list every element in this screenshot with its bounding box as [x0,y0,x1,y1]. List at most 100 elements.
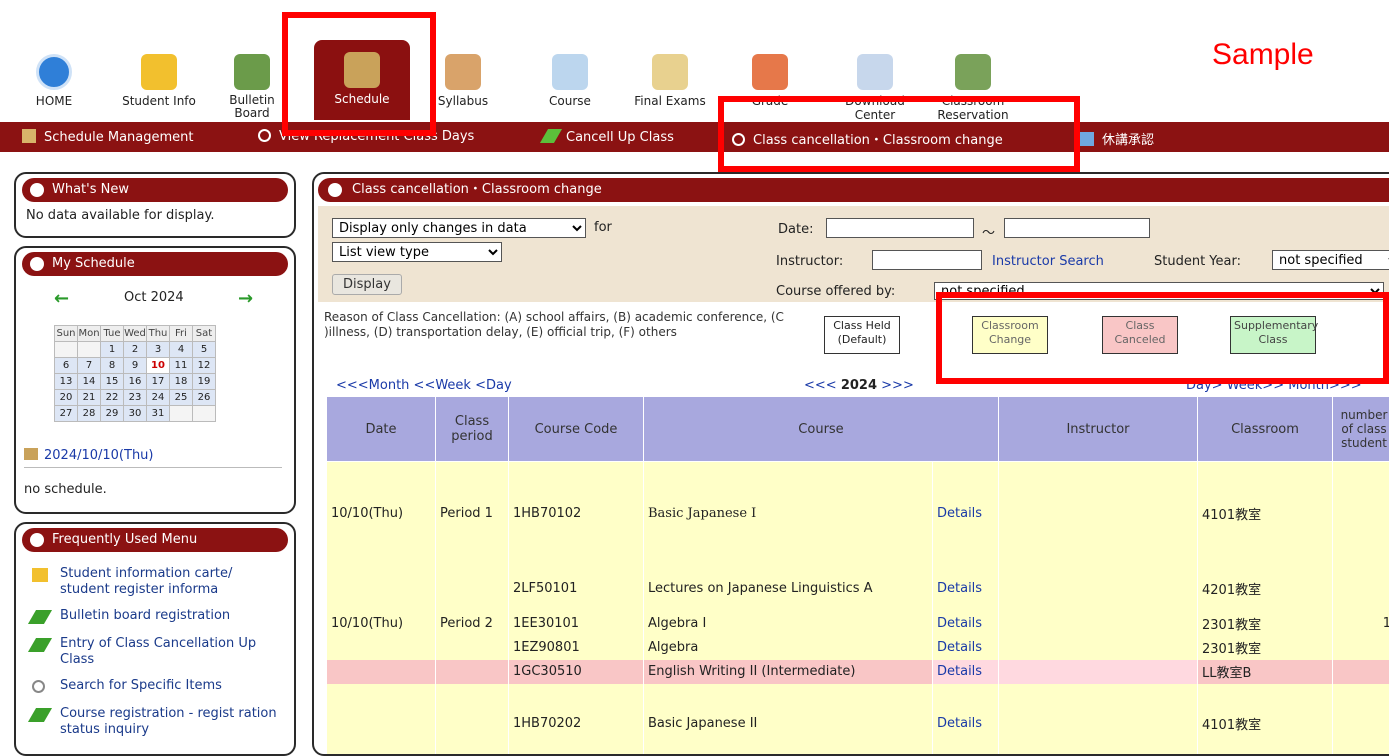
menu-search-items[interactable]: Search for Specific Items [32,678,282,694]
details-link[interactable]: Details [933,660,999,684]
student-icon [32,568,48,582]
calendar-day[interactable]: 1 [101,342,124,358]
prev-month-arrow-icon[interactable]: ← [54,288,69,309]
calendar-day[interactable]: 15 [101,374,124,390]
calendar-day[interactable]: 28 [78,406,101,422]
col-course: Course [644,397,999,462]
panel-title: Class cancellation・Classroom change [352,182,602,197]
details-link[interactable]: Details [933,566,999,612]
sub-navigation: Schedule Management View Replacement Cla… [0,122,1389,152]
menu-label: Entry of Class Cancellation Up Class [32,636,282,668]
date-to-input[interactable] [1004,218,1150,238]
calendar-day[interactable]: 23 [124,390,147,406]
menu-bulletin-registration[interactable]: Bulletin board registration [32,608,282,624]
nav-final-exams[interactable]: Final Exams [622,48,718,120]
calendar-day[interactable]: 3 [147,342,170,358]
calendar-day[interactable]: 19 [193,374,216,390]
no-schedule-text: no schedule. [24,482,107,497]
nav-syllabus[interactable]: Syllabus [428,48,498,120]
calendar-day[interactable]: 4 [170,342,193,358]
display-mode-select[interactable]: Display only changes in data [332,218,586,238]
col-classroom: Classroom [1198,397,1333,462]
calendar-day[interactable]: 8 [101,358,124,374]
nav-home-label: HOME [14,94,94,108]
nav-course[interactable]: Course [530,48,610,120]
sample-label: Sample [1212,38,1314,72]
calendar-day[interactable]: 16 [124,374,147,390]
calendar-day[interactable]: 9 [124,358,147,374]
cell-period [436,636,509,660]
calendar-day[interactable]: 6 [55,358,78,374]
menu-course-registration[interactable]: Course registration - regist ration stat… [32,706,282,738]
calendar-day[interactable]: 17 [147,374,170,390]
nav-syllabus-label: Syllabus [428,94,498,108]
schedule-book-icon [24,448,38,460]
details-link[interactable]: Details [933,612,999,636]
calendar-day[interactable]: 25 [170,390,193,406]
info-icon [30,533,44,547]
nav-home[interactable]: HOME [14,48,94,120]
date-from-input[interactable] [826,218,974,238]
cell-instructor [999,566,1198,612]
calendar-day[interactable]: 7 [78,358,101,374]
search-icon [328,183,342,197]
calendar-day[interactable]: 18 [170,374,193,390]
top-navigation: HOME Student Info Bulletin Board Schedul… [0,30,1389,122]
calendar-day[interactable]: 27 [55,406,78,422]
next-month-arrow-icon[interactable]: → [238,288,253,309]
date-label: Date: [778,222,813,237]
calendar-day[interactable]: 26 [193,390,216,406]
calendar-day[interactable]: 2 [124,342,147,358]
cell-number [1333,684,1389,756]
instructor-input[interactable] [872,250,982,270]
cell-instructor [999,636,1198,660]
menu-label: Bulletin board registration [32,608,282,624]
instructor-search-link[interactable]: Instructor Search [992,254,1104,269]
details-link[interactable]: Details [933,462,999,566]
student-year-select[interactable]: not specified [1272,250,1389,270]
filter-area: Display only changes in data for List vi… [318,206,1389,302]
nav-bulletin-board[interactable]: Bulletin Board [222,48,282,120]
calendar-day[interactable]: 22 [101,390,124,406]
calendar-day[interactable]: 5 [193,342,216,358]
calendar-day[interactable]: 24 [147,390,170,406]
highlight-legend [936,292,1389,384]
view-type-select[interactable]: List view type [332,242,502,262]
calendar-day[interactable]: 11 [170,358,193,374]
calendar-day[interactable]: 31 [147,406,170,422]
cell-period [436,684,509,756]
details-link[interactable]: Details [933,636,999,660]
details-link[interactable]: Details [933,684,999,756]
calendar-day[interactable]: 20 [55,390,78,406]
calendar-day[interactable]: 14 [78,374,101,390]
calendar-day[interactable]: 13 [55,374,78,390]
cell-number [1333,636,1389,660]
prev-year-link[interactable]: <<< [804,378,837,393]
calendar-day[interactable]: 12 [193,358,216,374]
cell-period [436,566,509,612]
cell-instructor [999,684,1198,756]
menu-entry-class-cancellation[interactable]: Entry of Class Cancellation Up Class [32,636,282,668]
nav-course-label: Course [530,94,610,108]
selected-date[interactable]: 2024/10/10(Thu) [24,448,282,468]
col-date: Date [327,397,436,462]
schedule-table: Date Class period Course Code Course Ins… [326,396,1389,756]
calendar-day-today[interactable]: 10 [147,358,170,374]
next-year-link[interactable]: >>> [881,378,914,393]
nav-student-info[interactable]: Student Info [104,48,214,120]
cancellation-reason-text: Reason of Class Cancellation: (A) school… [324,310,814,340]
cell-course: Basic Japanese I [644,462,933,566]
calendar-day[interactable]: 29 [101,406,124,422]
menu-label: Course registration - regist ration stat… [32,706,282,738]
cell-code: 1HB70202 [509,684,644,756]
subnav-schedule-management[interactable]: Schedule Management [22,129,194,145]
subnav-approval[interactable]: 休講承認 [1080,129,1154,148]
subnav-cancell-up-class[interactable]: Cancell Up Class [544,129,674,145]
calendar-day[interactable]: 30 [124,406,147,422]
display-button[interactable]: Display [332,274,402,295]
subnav-label: Schedule Management [44,130,194,145]
exams-icon [652,54,688,90]
pager-prev-links[interactable]: <<<Month <<Week <Day [336,378,512,393]
calendar-day[interactable]: 21 [78,390,101,406]
menu-student-information[interactable]: Student information carte/ student regis… [32,566,282,598]
